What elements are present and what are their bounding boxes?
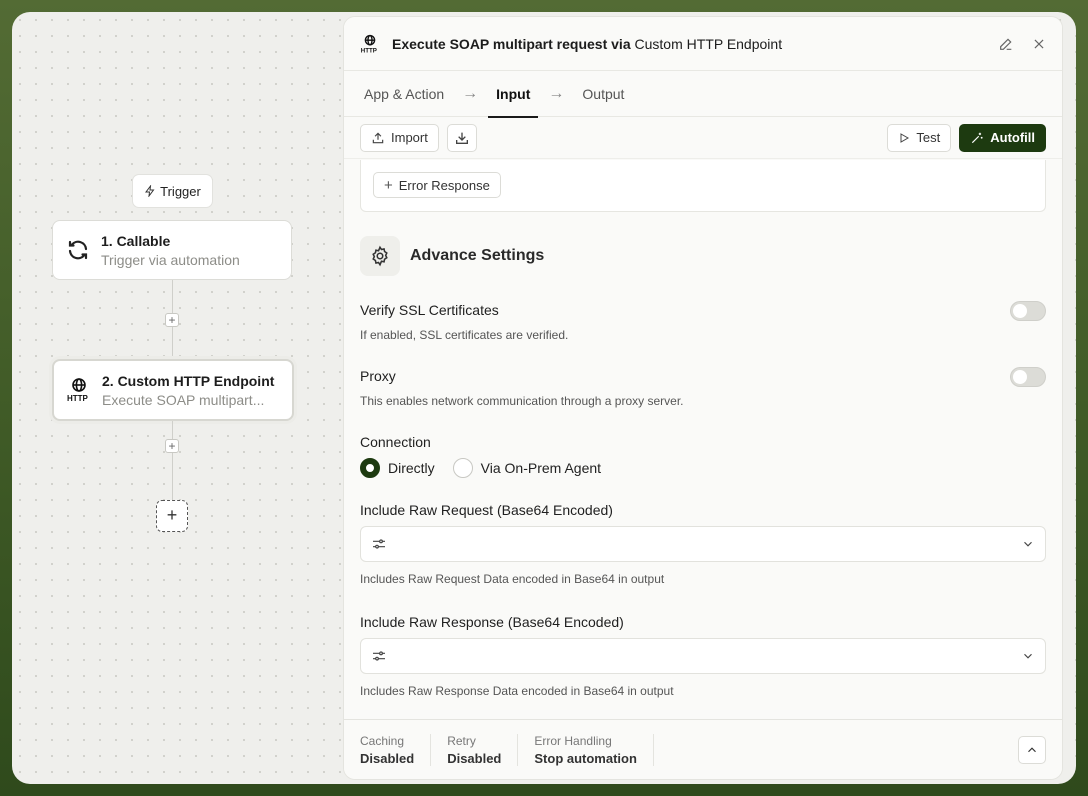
trigger-button[interactable]: Trigger [132,174,213,208]
radio-unchecked-icon [452,458,473,478]
expand-footer-button[interactable] [1018,735,1046,764]
chevron-down-icon [1021,537,1035,551]
raw-request-setting: Include Raw Request (Base64 Encoded) Inc… [360,502,1046,586]
tab-input[interactable]: Input [488,71,539,118]
connection-setting: Connection Directly Via On-Prem Agent [360,434,1046,478]
step-config-panel: HTTP Execute SOAP multipart request via … [343,16,1063,780]
verify-ssl-toggle[interactable] [1010,301,1046,321]
magic-wand-icon [970,131,984,145]
setting-label: Verify SSL Certificates [360,302,499,318]
caching-status[interactable]: Caching Disabled [360,733,432,766]
node-custom-http[interactable]: HTTP 2. Custom HTTP Endpoint Execute SOA… [52,359,294,421]
panel-title: Execute SOAP multipart request via Custo… [392,35,783,52]
plus-icon: + [384,176,393,194]
svg-text:HTTP: HTTP [67,394,89,403]
setting-description: Includes Raw Response Data encoded in Ba… [360,684,674,698]
form-scroll-area: + Error Response Advance Settings Verify… [344,160,1062,719]
gear-icon [360,236,400,276]
radio-checked-icon [360,458,380,478]
panel-header: HTTP Execute SOAP multipart request via … [344,17,1062,71]
advance-settings-header: Advance Settings [360,236,1046,276]
close-icon[interactable] [1032,37,1046,51]
node-callable[interactable]: 1. Callable Trigger via automation [52,220,292,280]
arrow-right-icon: → [462,84,479,102]
svg-text:HTTP: HTTP [361,47,377,54]
proxy-setting: Proxy This enables network communication… [360,367,1046,408]
autofill-button[interactable]: Autofill [959,123,1046,152]
proxy-toggle[interactable] [1010,367,1046,387]
upload-icon [371,131,385,145]
tab-app-action[interactable]: App & Action [364,71,444,117]
error-handling-status[interactable]: Error Handling Stop automation [534,733,654,766]
raw-request-select[interactable] [360,526,1046,562]
test-button[interactable]: Test [887,123,952,152]
play-icon [898,132,910,144]
add-step-button[interactable]: + [165,439,179,453]
http-icon: HTTP [66,377,92,403]
add-node-button[interactable]: + [156,500,188,532]
http-icon: HTTP [360,34,380,54]
raw-response-setting: Include Raw Response (Base64 Encoded) In… [360,614,1046,698]
radio-on-prem-agent[interactable]: Via On-Prem Agent [452,458,601,478]
setting-label: Include Raw Request (Base64 Encoded) [360,502,613,518]
setting-label: Include Raw Response (Base64 Encoded) [360,614,624,630]
setting-description: This enables network communication throu… [360,394,684,408]
app-frame: Trigger 1. Callable Trigger via automati… [12,12,1076,784]
sync-icon [65,237,91,263]
advance-settings-title: Advance Settings [410,247,545,264]
download-button[interactable] [446,123,477,152]
download-icon [454,130,470,146]
node-subtitle: Trigger via automation [101,251,240,268]
response-box: + Error Response [360,160,1046,212]
panel-footer: Caching Disabled Retry Disabled Error Ha… [344,719,1062,779]
setting-description: Includes Raw Request Data encoded in Bas… [360,572,665,586]
tab-output[interactable]: Output [582,71,624,117]
connector-line [172,421,173,501]
tabs: App & Action → Input → Output [344,71,1062,118]
sliders-icon [371,536,387,552]
import-button[interactable]: Import [360,123,439,152]
node-title: 2. Custom HTTP Endpoint [102,372,275,389]
add-error-response-button[interactable]: + Error Response [373,172,501,198]
node-subtitle: Execute SOAP multipart... [102,391,265,408]
setting-description: If enabled, SSL certificates are verifie… [360,328,569,342]
edit-icon[interactable] [998,36,1014,52]
bolt-icon [144,185,156,197]
retry-status[interactable]: Retry Disabled [447,733,519,766]
chevron-down-icon [1021,649,1035,663]
trigger-label: Trigger [160,183,201,199]
raw-response-select[interactable] [360,638,1046,674]
add-step-button[interactable]: + [165,313,179,327]
radio-directly[interactable]: Directly [360,458,435,478]
arrow-right-icon: → [548,84,565,102]
toolbar: Import Test Autofill [344,117,1062,159]
sliders-icon [371,648,387,664]
setting-label: Proxy [360,368,396,384]
node-title: 1. Callable [101,232,171,249]
verify-ssl-setting: Verify SSL Certificates If enabled, SSL … [360,301,1046,342]
chevron-up-icon [1025,743,1039,757]
setting-label: Connection [360,434,431,450]
